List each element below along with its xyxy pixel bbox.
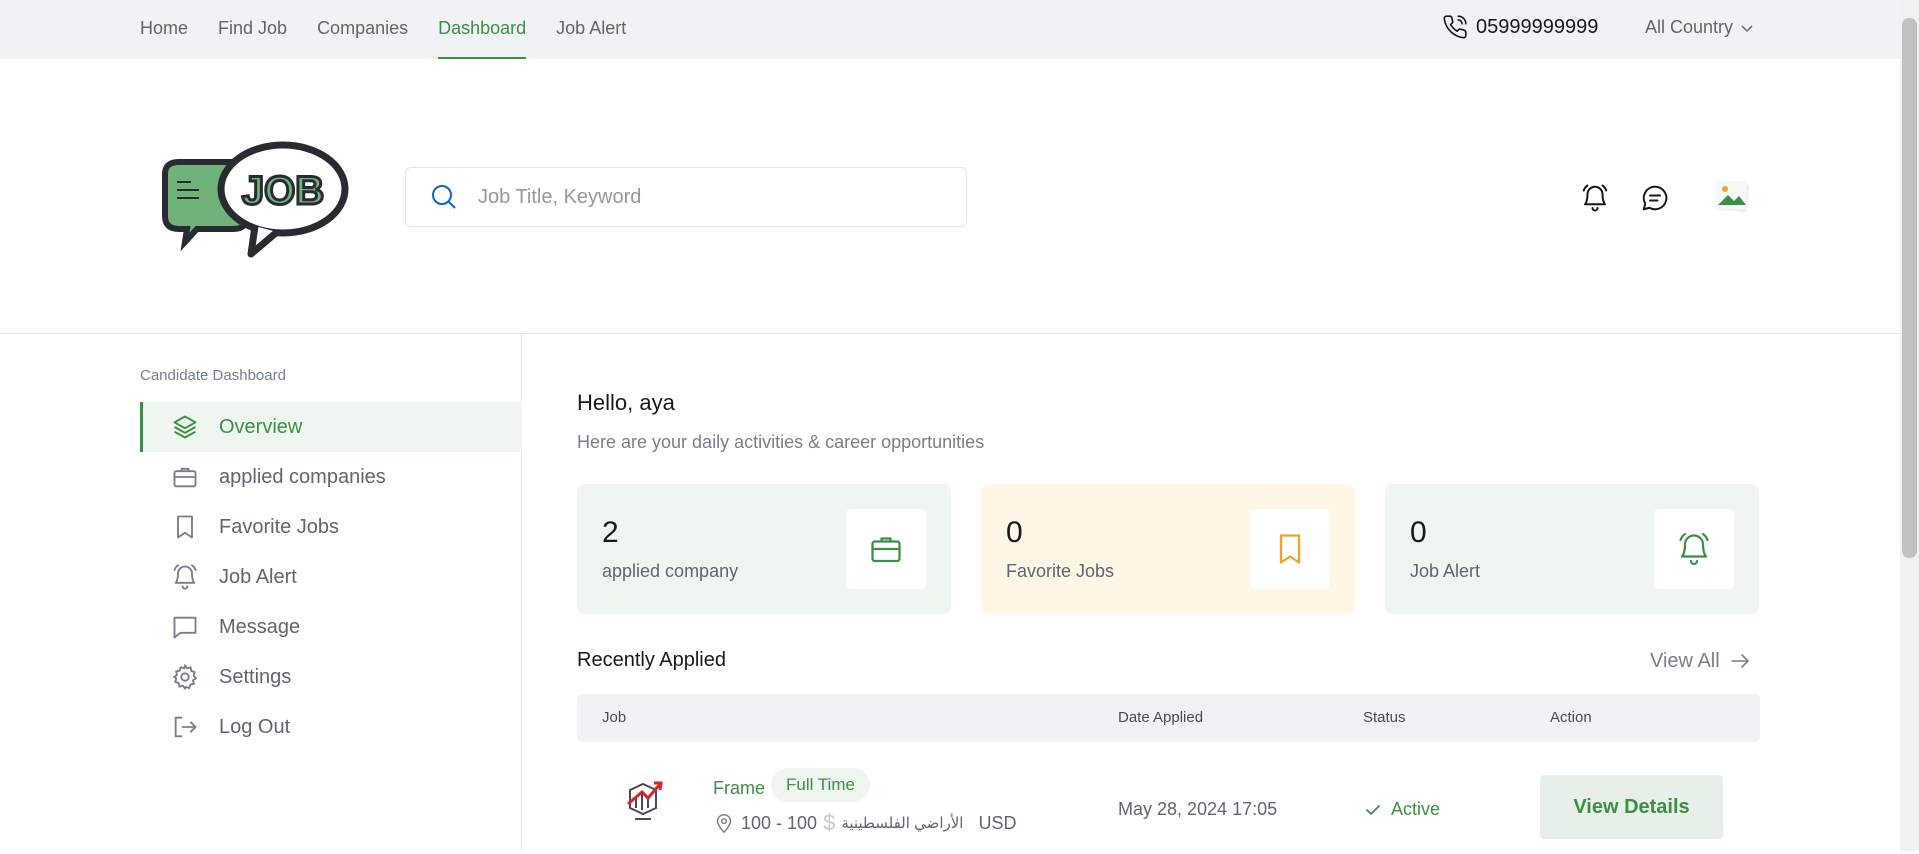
dollar-icon: $ [823,810,836,835]
country-select[interactable]: All Country [1645,17,1755,38]
stat-icon-box [1250,509,1330,589]
column-header-date: Date Applied [1118,709,1204,726]
scrollbar-thumb[interactable] [1902,18,1917,558]
company-logo [627,781,663,820]
sidebar-item-job-alert[interactable]: Job Alert [140,552,522,602]
recently-applied-title: Recently Applied [577,649,726,671]
stat-value: 0 [1006,516,1023,549]
bell-icon [1679,532,1709,566]
stat-label: Favorite Jobs [1006,561,1115,581]
search-icon [432,185,456,209]
date-applied: May 28, 2024 17:05 [1118,799,1278,819]
stat-label: applied company [602,561,739,581]
greeting-subtitle: Here are your daily activities & career … [577,432,985,452]
job-meta: 100 - 100 $ الأراضي الفلسطينية USD [713,810,1016,836]
search-input[interactable] [478,185,958,209]
table-row: Frame Full Time 100 - 100 $ الأراضي الفل… [577,764,1760,854]
sidebar-item-label: Message [219,615,301,638]
view-all-label: View All [1650,649,1720,672]
country-select-label: All Country [1645,17,1734,37]
sidebar-item-settings[interactable]: Settings [140,652,522,702]
status-badge: Active [1363,799,1440,820]
chevron-down-icon [1741,24,1753,32]
sidebar-item-label: Job Alert [219,565,297,588]
stat-icon-box [1654,509,1734,589]
greeting: Hello, aya [577,390,675,415]
stat-value: 2 [602,516,619,549]
search-box [405,167,967,227]
nav-find-job-link[interactable]: Find Job [218,0,287,59]
avatar[interactable] [1712,177,1752,217]
job-type-badge: Full Time [771,768,870,802]
nav-job-alert-link[interactable]: Job Alert [556,0,626,59]
header: JOB [0,59,1900,334]
message-icon [173,616,197,639]
arrow-right-icon [1730,654,1749,668]
sidebar-item-log-out[interactable]: Log Out [140,702,522,752]
stat-label: Job Alert [1410,561,1481,581]
chat-icon[interactable] [1640,183,1670,213]
job-logo[interactable]: JOB [155,134,350,259]
view-all-link[interactable]: View All [1650,649,1752,673]
stat-icon-box [846,509,926,589]
sidebar-item-overview[interactable]: Overview [140,402,522,452]
sidebar-item-message[interactable]: Message [140,602,522,652]
location-pin-icon [716,814,732,834]
sidebar-item-label: Settings [219,665,292,688]
stat-card-job-alert[interactable]: 0 Job Alert [1385,484,1759,614]
view-details-button[interactable]: View Details [1540,775,1723,839]
column-header-job: Job [602,709,627,726]
sidebar-item-favorite-jobs[interactable]: Favorite Jobs [140,502,522,552]
sidebar: Candidate Dashboard Overview applied com… [0,334,522,851]
phone-number: 05999999999 [1476,15,1599,38]
sidebar-item-label: Favorite Jobs [219,515,340,538]
sidebar-item-applied-companies[interactable]: applied companies [140,452,522,502]
page-scrollbar[interactable] [1900,0,1919,851]
stat-card-applied[interactable]: 2 applied company [577,484,951,614]
nav-companies-link[interactable]: Companies [317,0,408,59]
nav-home-link[interactable]: Home [140,0,188,59]
bell-icon [173,564,197,590]
table-header: Job Date Applied Status Action [577,694,1760,742]
logo-text: JOB [242,169,324,213]
status-label: Active [1391,799,1441,819]
briefcase-icon [173,467,197,488]
bookmark-icon [1279,534,1301,564]
logout-icon [174,716,197,738]
top-nav: Home Find Job Companies Dashboard Job Al… [140,0,656,59]
top-bar: Home Find Job Companies Dashboard Job Al… [0,0,1900,59]
stat-value: 0 [1410,516,1427,549]
sidebar-item-label: applied companies [219,465,386,488]
job-location: الأراضي الفلسطينية [841,815,964,832]
job-salary: 100 - 100 [741,812,818,833]
sidebar-item-label: Log Out [219,715,291,738]
bookmark-icon [177,515,193,539]
job-title[interactable]: Frame [713,778,765,799]
sidebar-item-label: Overview [219,415,303,438]
sidebar-title: Candidate Dashboard [140,367,286,384]
column-header-action: Action [1550,709,1592,726]
briefcase-icon [871,537,901,563]
nav-dashboard-link[interactable]: Dashboard [438,0,527,59]
phone-contact: 05999999999 [1442,14,1598,40]
job-currency: USD [978,812,1017,833]
notification-bell-icon[interactable] [1580,183,1610,213]
phone-icon [1443,15,1467,39]
stat-card-favorites[interactable]: 0 Favorite Jobs [981,484,1355,614]
column-header-status: Status [1363,709,1406,726]
layers-icon [173,415,197,439]
sidebar-menu: Overview applied companies Favorite Jobs… [140,402,522,752]
check-icon [1366,804,1380,815]
gear-icon [173,664,197,690]
